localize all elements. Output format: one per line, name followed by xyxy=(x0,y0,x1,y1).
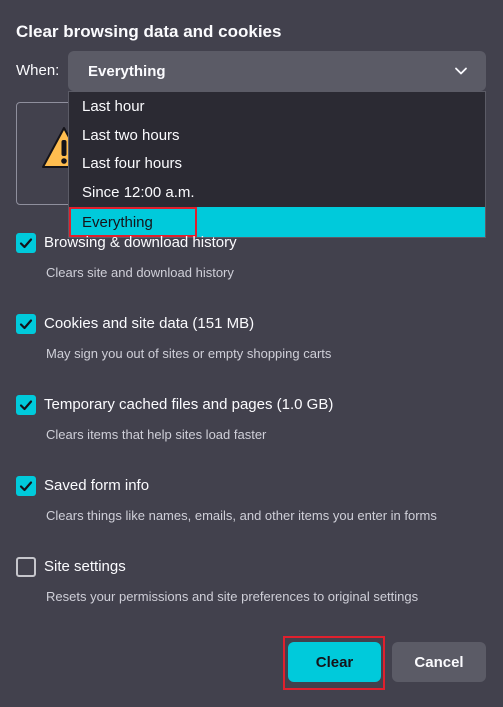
checkbox[interactable] xyxy=(16,557,36,577)
checkbox-label[interactable]: Temporary cached files and pages (1.0 GB… xyxy=(44,396,333,413)
checkbox-label[interactable]: Saved form info xyxy=(44,477,149,494)
checkbox[interactable] xyxy=(16,395,36,415)
when-label: When: xyxy=(16,62,60,79)
dialog-title: Clear browsing data and cookies xyxy=(16,22,282,41)
dropdown-option[interactable]: Since 12:00 a.m. xyxy=(69,178,485,206)
dropdown-option[interactable]: Last hour xyxy=(69,92,485,120)
checkbox[interactable] xyxy=(16,233,36,253)
clear-button-highlight-box xyxy=(283,636,385,690)
dropdown-option[interactable]: Last four hours xyxy=(69,149,485,177)
checkbox-description: Resets your permissions and site prefere… xyxy=(46,589,419,604)
checkbox-description: May sign you out of sites or empty shopp… xyxy=(46,346,332,361)
checkbox-label[interactable]: Cookies and site data (151 MB) xyxy=(44,315,254,332)
time-range-select[interactable]: Everything xyxy=(68,51,486,91)
checkmark-icon xyxy=(19,400,33,411)
checkbox-label[interactable]: Site settings xyxy=(44,558,126,575)
time-range-value: Everything xyxy=(88,62,166,80)
checkbox-description: Clears site and download history xyxy=(46,265,234,280)
checkmark-icon xyxy=(19,238,33,249)
checkmark-icon xyxy=(19,481,33,492)
cancel-button[interactable]: Cancel xyxy=(392,642,486,682)
dropdown-option[interactable]: Last two hours xyxy=(69,121,485,149)
checkbox-description: Clears things like names, emails, and ot… xyxy=(46,508,437,523)
checkbox[interactable] xyxy=(16,314,36,334)
checkbox[interactable] xyxy=(16,476,36,496)
checkbox-label[interactable]: Browsing & download history xyxy=(44,234,237,251)
checkbox-description: Clears items that help sites load faster xyxy=(46,427,267,442)
checkmark-icon xyxy=(19,319,33,330)
option-highlight-box xyxy=(69,207,197,237)
chevron-down-icon xyxy=(455,67,467,75)
